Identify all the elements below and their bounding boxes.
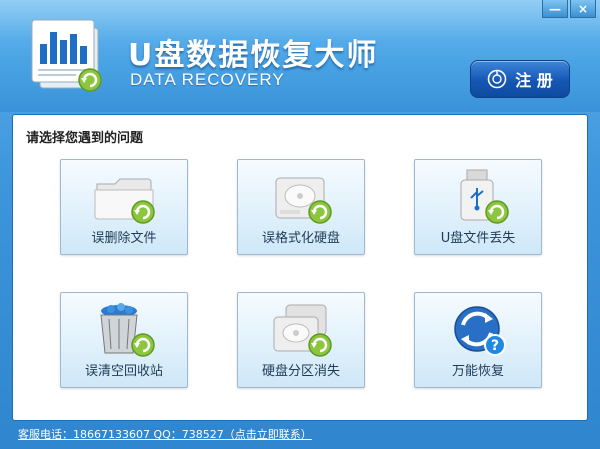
panel-prompt: 请选择您遇到的问题 — [26, 131, 144, 146]
contact-link[interactable]: 客服电话：18667133607 QQ：738527（点击立即联系） — [18, 426, 312, 442]
register-icon — [487, 69, 507, 89]
option-partition-lost[interactable]: 硬盘分区消失 — [237, 292, 365, 388]
folder-recover-icon — [94, 178, 155, 224]
register-button[interactable]: 注 册 — [470, 60, 570, 98]
minimize-button[interactable]: — — [542, 0, 568, 18]
option-universal-recovery[interactable]: ? 万能恢复 — [414, 292, 542, 388]
svg-text:?: ? — [491, 338, 499, 354]
option-label: U盘文件丢失 — [440, 231, 516, 246]
harddisk-recover-icon — [275, 177, 332, 224]
app-window: — × U盘数据恢复大师 DATA RECOVERY 注 册 请选择您遇到的问题 — [0, 0, 600, 449]
recycle-bin-recover-icon — [100, 303, 155, 357]
app-subtitle: DATA RECOVERY — [130, 70, 285, 89]
close-button[interactable]: × — [570, 0, 596, 18]
option-usb-lost[interactable]: U盘文件丢失 — [414, 159, 542, 255]
option-label: 误删除文件 — [91, 231, 157, 246]
app-title: U盘数据恢复大师 — [128, 38, 379, 73]
universal-recover-icon: ? — [454, 306, 506, 356]
window-controls: — × — [542, 0, 596, 18]
usb-drive-recover-icon — [460, 169, 509, 224]
partition-recover-icon — [273, 304, 332, 357]
option-label: 误格式化硬盘 — [261, 231, 340, 246]
option-label: 万能恢复 — [451, 364, 504, 379]
app-logo-icon — [31, 19, 102, 92]
option-deleted-files[interactable]: 误删除文件 — [60, 159, 188, 255]
option-label: 硬盘分区消失 — [261, 364, 340, 379]
register-label: 注 册 — [515, 71, 553, 90]
option-recycle-bin[interactable]: 误清空回收站 — [60, 292, 188, 388]
option-formatted-disk[interactable]: 误格式化硬盘 — [237, 159, 365, 255]
option-label: 误清空回收站 — [84, 364, 163, 379]
